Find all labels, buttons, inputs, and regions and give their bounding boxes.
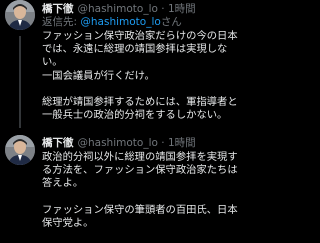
separator: · bbox=[161, 3, 165, 15]
avatar-photo-icon bbox=[5, 135, 35, 165]
author-handle[interactable]: @hashimoto_lo bbox=[78, 137, 158, 149]
timestamp[interactable]: 1時間 bbox=[168, 3, 196, 15]
reply-suffix: さん bbox=[160, 16, 182, 28]
tweet-text: ファッション保守政治家だらけの今の日本では、永遠に総理の靖国参拝は実現しない。 … bbox=[42, 30, 238, 122]
author-handle[interactable]: @hashimoto_lo bbox=[78, 3, 158, 15]
author-name[interactable]: 橋下徹 bbox=[42, 3, 74, 15]
tweet[interactable]: 橋下徹 @hashimoto_lo · 1時間 返信先: @hashimoto_l… bbox=[0, 0, 250, 128]
tweet-text: 政治的分祠以外に総理の靖国参拝を実現する方法を、ファッション保守政治家たちは答え… bbox=[42, 151, 238, 230]
timestamp[interactable]: 1時間 bbox=[168, 137, 196, 149]
avatar-photo-icon bbox=[5, 0, 35, 30]
thread-line bbox=[19, 36, 21, 128]
tweet-header: 橋下徹 @hashimoto_lo · 1時間 bbox=[42, 136, 250, 150]
reply-prefix: 返信先: bbox=[42, 16, 78, 28]
reply-to-link[interactable]: @hashimoto_lo bbox=[80, 16, 160, 28]
reply-context: 返信先: @hashimoto_loさん bbox=[42, 16, 250, 29]
tweet-header: 橋下徹 @hashimoto_lo · 1時間 bbox=[42, 2, 250, 16]
avatar[interactable] bbox=[5, 0, 35, 30]
author-name[interactable]: 橋下徹 bbox=[42, 137, 74, 149]
avatar[interactable] bbox=[5, 135, 35, 165]
tweet[interactable]: 橋下徹 @hashimoto_lo · 1時間 政治的分祠以外に総理の靖国参拝を実… bbox=[0, 131, 250, 243]
separator: · bbox=[161, 137, 165, 149]
